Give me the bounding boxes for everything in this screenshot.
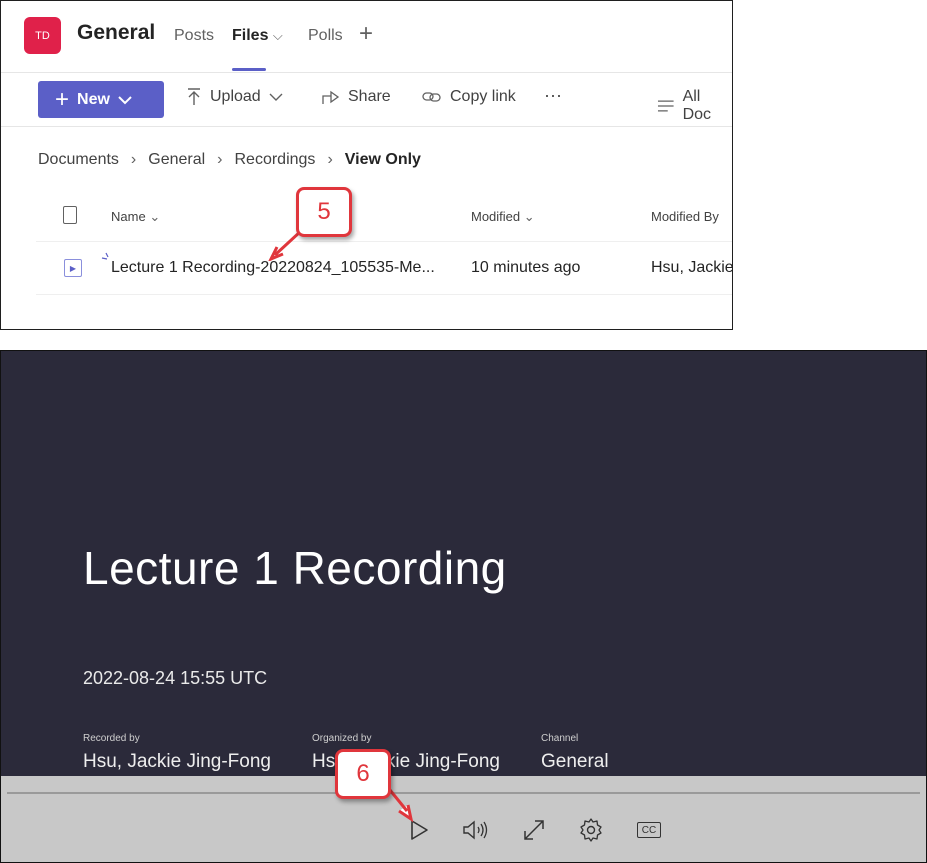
chevron-right-icon: › [130, 151, 137, 168]
tab-polls[interactable]: Polls [308, 27, 343, 45]
upload-button[interactable]: Upload [186, 88, 283, 106]
gear-icon [580, 818, 602, 842]
player-controls: CC [1, 776, 926, 862]
volume-icon [463, 820, 488, 840]
channel-title: General [77, 21, 156, 44]
recorded-by-value: Hsu, Jackie Jing-Fong [83, 751, 271, 772]
column-header-modified-by[interactable]: Modified By [651, 209, 719, 224]
tab-posts[interactable]: Posts [174, 27, 214, 45]
file-name-link[interactable]: Lecture 1 Recording-20220824_105535-Me..… [111, 259, 435, 277]
column-modified-label: Modified [471, 209, 521, 224]
view-selector[interactable]: All Doc [657, 88, 732, 124]
breadcrumb-general[interactable]: General [148, 151, 205, 169]
settings-button[interactable] [577, 816, 605, 844]
progress-bar[interactable] [7, 792, 920, 794]
chevron-down-icon [269, 93, 283, 101]
channel-value: General [541, 751, 609, 772]
upload-icon [188, 88, 200, 105]
chevron-down-icon: ⌄ [523, 209, 535, 224]
add-tab-icon[interactable]: + [359, 22, 373, 46]
column-header-modified[interactable]: Modified ⌄ [471, 209, 535, 225]
more-options-button[interactable]: ··· [544, 85, 562, 106]
chevron-down-icon: ⌵ [272, 28, 283, 43]
upload-label: Upload [210, 88, 261, 105]
link-icon [422, 92, 441, 102]
video-title: Lecture 1 Recording [83, 542, 507, 594]
new-button[interactable]: + New [38, 81, 164, 118]
share-button[interactable]: Share [322, 88, 391, 106]
video-datetime: 2022-08-24 15:55 UTC [83, 668, 268, 688]
channel-header: TD General Posts Files ⌵ Polls + [1, 1, 732, 73]
share-label: Share [348, 88, 391, 105]
chevron-down-icon: ⌄ [149, 209, 161, 224]
teams-files-panel: TD General Posts Files ⌵ Polls + + New U… [0, 0, 733, 330]
step-callout-5: 5 [296, 187, 352, 237]
channel-label: Channel [541, 733, 579, 744]
column-name-label: Name [111, 209, 146, 224]
chevron-right-icon: › [327, 151, 333, 168]
step-callout-6: 6 [335, 749, 391, 799]
expand-icon [524, 820, 544, 840]
list-icon [657, 100, 674, 112]
video-file-icon: ▶ [64, 259, 82, 277]
file-modified-by: Hsu, Jackie [651, 259, 733, 276]
active-tab-indicator [232, 68, 266, 71]
volume-button[interactable] [462, 816, 490, 844]
column-header-name[interactable]: Name ⌄ [111, 209, 160, 225]
tab-files-label: Files [232, 27, 269, 44]
files-toolbar: + New Upload Share Copy link ··· All Doc [1, 72, 732, 127]
chevron-down-icon [118, 95, 132, 104]
breadcrumb-documents[interactable]: Documents [38, 151, 119, 169]
team-avatar[interactable]: TD [24, 17, 61, 54]
recorded-by-label: Recorded by [83, 733, 140, 744]
captions-icon: CC [637, 822, 661, 838]
breadcrumb-recordings[interactable]: Recordings [235, 151, 316, 169]
share-icon [322, 90, 340, 104]
fullscreen-button[interactable] [520, 816, 548, 844]
file-modified: 10 minutes ago [471, 259, 581, 276]
plus-icon: + [55, 85, 70, 113]
captions-button[interactable]: CC [635, 816, 663, 844]
breadcrumb: Documents › General › Recordings › View … [38, 151, 421, 169]
copy-link-button[interactable]: Copy link [422, 88, 516, 106]
new-button-label: New [77, 90, 110, 108]
breadcrumb-current: View Only [344, 151, 421, 168]
tab-files[interactable]: Files ⌵ [232, 27, 283, 45]
copy-link-label: Copy link [450, 88, 516, 105]
chevron-right-icon: › [217, 151, 223, 168]
video-player[interactable]: Lecture 1 Recording 2022-08-24 15:55 UTC… [0, 350, 927, 863]
file-type-icon[interactable] [63, 206, 77, 224]
view-selector-label: All Doc [682, 88, 712, 123]
table-row[interactable]: ▶ Lecture 1 Recording-20220824_105535-Me… [36, 241, 733, 295]
organized-by-label: Organized by [312, 733, 372, 744]
